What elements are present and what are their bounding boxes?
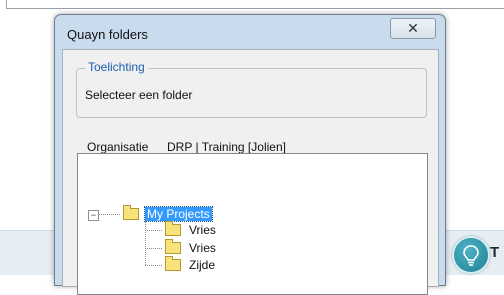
tree-node-child[interactable]: Vries: [165, 239, 218, 256]
folder-icon: [165, 221, 181, 236]
organisation-label: Organisatie: [87, 140, 149, 154]
tree-connector: [145, 265, 162, 266]
groupbox-legend: Toelichting: [85, 60, 148, 74]
tree-node-label: Zijde: [189, 258, 216, 272]
tree-connector: [98, 214, 120, 215]
tree-node-label: Vries: [189, 223, 216, 237]
tree-node-label: Vries: [189, 241, 216, 255]
background-footer-left: [0, 230, 58, 275]
tree-expander-toggle[interactable]: −: [88, 210, 99, 221]
lightbulb-glyph: [463, 245, 479, 266]
tree-connector: [145, 230, 162, 231]
background-label-fragment: T: [490, 244, 500, 261]
quayn-folders-dialog: Quayn folders ✕ Toelichting Selecteer ee…: [54, 14, 446, 295]
dialog-title: Quayn folders: [67, 27, 148, 42]
lightbulb-icon[interactable]: [452, 236, 490, 274]
tree-node-child[interactable]: Zijde: [165, 256, 217, 273]
organisation-value: DRP | Training [Jolien]: [167, 140, 286, 154]
background-window-edge: [6, 0, 504, 9]
folder-icon: [165, 256, 181, 271]
tree-node-my-projects[interactable]: My Projects: [123, 205, 213, 222]
close-button[interactable]: ✕: [390, 18, 436, 39]
folder-icon: [123, 205, 139, 220]
close-icon: ✕: [407, 20, 419, 36]
tree-node-label: My Projects: [144, 206, 213, 222]
groupbox-text: Selecteer een folder: [85, 88, 193, 102]
tree-connector: [145, 221, 146, 265]
dialog-client-area: Toelichting Selecteer een folder Organis…: [62, 49, 439, 295]
tree-node-child[interactable]: Vries: [165, 221, 218, 238]
description-groupbox: Toelichting Selecteer een folder: [76, 60, 427, 118]
folder-icon: [165, 239, 181, 254]
tree-connector: [145, 248, 162, 249]
